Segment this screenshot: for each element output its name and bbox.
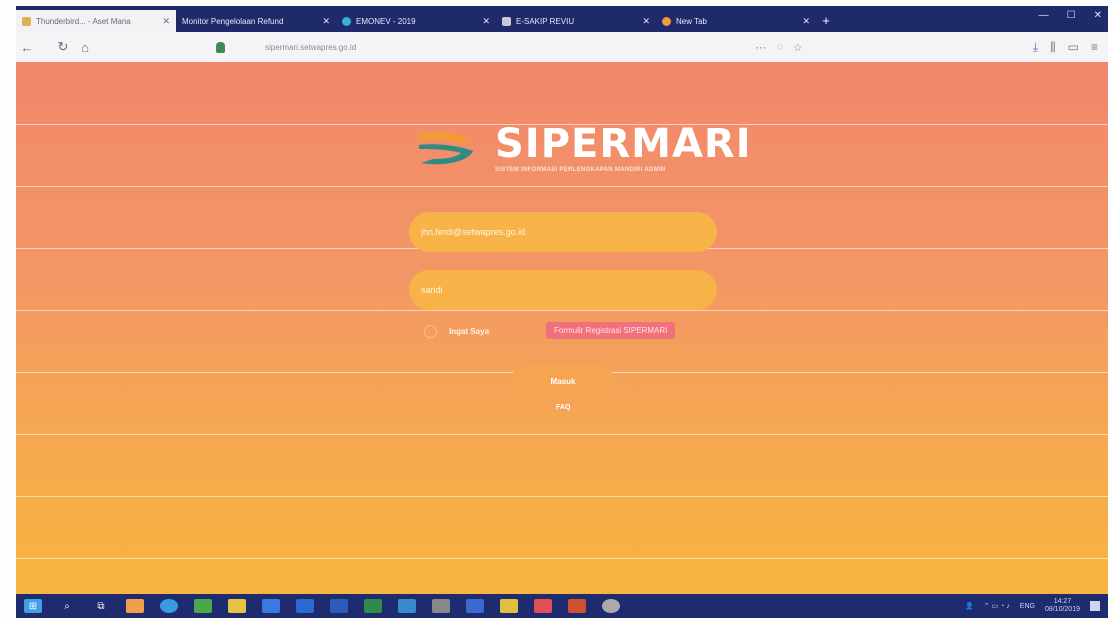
maximize-icon[interactable]: ☐ [1067,10,1076,21]
time: 14:27 [1053,598,1072,605]
more-actions-icon[interactable]: ⋯ [755,41,766,54]
tab-favicon-icon [342,16,351,26]
language-indicator[interactable]: ENG [1020,603,1035,610]
excel-icon[interactable] [364,599,382,613]
calculator-icon[interactable] [432,599,450,613]
sipermari-logo-icon [411,129,481,169]
tab-emonev[interactable]: EMONEV - 2019 ✕ [336,10,496,32]
site-info-icon[interactable] [216,41,225,53]
sidebar-icon[interactable]: ▭ [1068,40,1079,55]
notes-icon[interactable] [500,599,518,613]
tab-esakip[interactable]: E-SAKIP REVIU ✕ [496,10,656,32]
login-page: SIPERMARI SISTEM INFORMASI PERLENGKAPAN … [16,62,1108,594]
windows-start-icon[interactable]: ⊞ [24,599,42,613]
divider [16,186,1108,187]
date: 08/10/2019 [1044,606,1080,613]
settings-icon[interactable] [602,599,620,613]
faq-link[interactable]: FAQ [556,404,570,411]
word-icon[interactable] [330,599,348,613]
tab-label: EMONEV - 2019 [356,16,416,26]
email-input[interactable] [419,226,707,238]
paint-icon[interactable] [534,599,552,613]
back-arrow-icon[interactable]: ← [16,40,38,55]
toolbar-icons: ⤓ ⫼ ▭ ≡ [1033,40,1098,55]
divider [16,558,1108,559]
tab-label: Monitor Pengelolaan Refund [182,16,284,26]
mail-icon[interactable] [466,599,484,613]
url-field[interactable]: sipermari.setwapres.go.id [265,43,755,52]
close-window-icon[interactable]: ✕ [1094,10,1102,21]
edge-icon[interactable] [160,599,178,613]
pocket-icon[interactable]: ◌ [776,41,783,54]
tab-label: Thunderbird... - Aset Mana [36,16,131,26]
firefox-icon[interactable] [126,599,144,613]
minimize-icon[interactable]: — [1039,10,1049,21]
clock[interactable]: 14:27 08/10/2019 [1045,598,1080,614]
tab-favicon-icon [502,16,511,26]
remember-label: Ingat Saya [449,327,490,336]
bookmark-star-icon[interactable]: ☆ [793,41,803,54]
tab-favicon-icon [22,16,31,26]
close-tab-icon[interactable]: ✕ [642,16,650,27]
reload-icon[interactable]: ↻ [52,39,74,55]
powerpoint-icon[interactable] [568,599,586,613]
tab-favicon-icon [662,16,671,26]
tray-icons[interactable]: ⌃ ▭ ◔ ♪ [984,602,1010,610]
store-icon[interactable] [262,599,280,613]
system-tray: 👤 ⌃ ▭ ◔ ♪ ENG 14:27 08/10/2019 [965,594,1100,618]
app-logo: SIPERMARI SISTEM INFORMASI PERLENGKAPAN … [411,124,752,173]
tab-new-tab[interactable]: New Tab ✕ [656,10,816,32]
home-icon[interactable]: ⌂ [74,40,96,55]
password-input[interactable] [419,284,707,296]
task-view-icon[interactable]: ⧉ [92,599,110,613]
search-icon[interactable]: ⌕ [58,599,76,613]
email-field[interactable] [409,212,717,252]
divider [16,310,1108,311]
brand-name: SIPERMARI [495,121,752,167]
close-tab-icon[interactable]: ✕ [802,16,810,27]
close-tab-icon[interactable]: ✕ [482,16,490,27]
tab-aset-mana[interactable]: Thunderbird... - Aset Mana ✕ [16,10,176,32]
remember-checkbox[interactable] [424,325,437,338]
close-tab-icon[interactable]: ✕ [162,16,170,27]
screen: Thunderbird... - Aset Mana ✕ Monitor Pen… [16,6,1108,618]
tab-label: New Tab [676,16,707,26]
brand-tagline: SISTEM INFORMASI PERLENGKAPAN MANDIRI AD… [495,167,666,173]
download-icon[interactable]: ⤓ [1033,40,1038,55]
close-tab-icon[interactable]: ✕ [322,16,330,27]
url-actions: ⋯ ◌ ☆ [755,41,802,54]
register-link[interactable]: Formulir Registrasi SIPERMARI [546,322,676,339]
windows-taskbar: ⊞ ⌕ ⧉ 👤 ⌃ ▭ ◔ ♪ ENG 14:27 08/10/2019 [16,594,1108,618]
chrome-icon[interactable] [194,599,212,613]
tab-monitor-refund[interactable]: Monitor Pengelolaan Refund ✕ [176,10,336,32]
divider [16,434,1108,435]
new-tab-button[interactable]: + [816,9,836,32]
file-explorer-icon[interactable] [228,599,246,613]
library-icon[interactable]: ⫼ [1050,40,1056,55]
person-icon[interactable]: 👤 [965,602,974,610]
window-controls: — ☐ ✕ [1039,10,1102,21]
login-button[interactable]: Masuk [511,365,615,397]
tab-label: E-SAKIP REVIU [516,16,575,26]
divider [16,496,1108,497]
outlook-icon[interactable] [296,599,314,613]
menu-icon[interactable]: ≡ [1091,40,1098,55]
notification-icon[interactable] [1090,601,1100,611]
remember-me[interactable]: Ingat Saya [424,325,489,338]
photos-icon[interactable] [398,599,416,613]
address-bar: ← ↻ ⌂ sipermari.setwapres.go.id ⋯ ◌ ☆ ⤓ … [16,32,1108,62]
browser-tab-bar: Thunderbird... - Aset Mana ✕ Monitor Pen… [16,6,1108,32]
password-field[interactable] [409,270,717,310]
